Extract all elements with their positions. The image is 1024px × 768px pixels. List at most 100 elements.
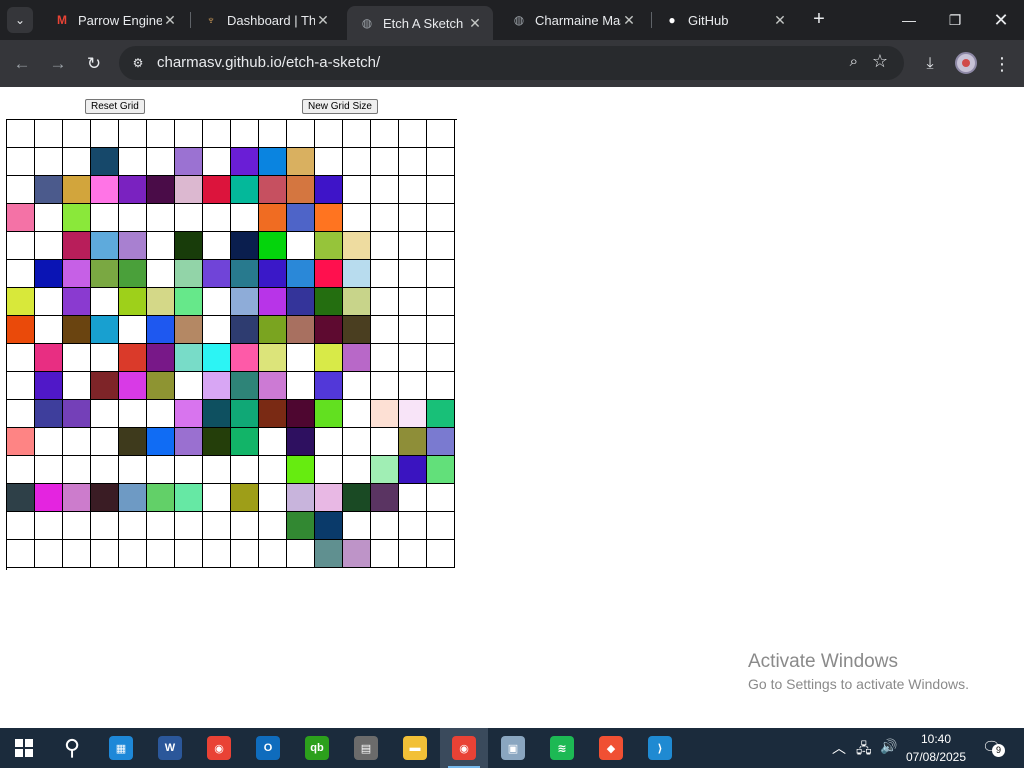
grid-cell[interactable] bbox=[287, 372, 315, 400]
grid-cell[interactable] bbox=[119, 456, 147, 484]
grid-cell[interactable] bbox=[7, 456, 35, 484]
sketch-grid[interactable] bbox=[6, 119, 457, 570]
grid-cell[interactable] bbox=[119, 400, 147, 428]
grid-cell[interactable] bbox=[175, 288, 203, 316]
grid-cell[interactable] bbox=[231, 148, 259, 176]
grid-cell[interactable] bbox=[203, 288, 231, 316]
grid-cell[interactable] bbox=[63, 148, 91, 176]
grid-cell[interactable] bbox=[231, 428, 259, 456]
taskbar-git-button[interactable]: ◆ bbox=[587, 728, 635, 768]
grid-cell[interactable] bbox=[287, 316, 315, 344]
grid-cell[interactable] bbox=[175, 204, 203, 232]
menu-button[interactable]: ⋮ bbox=[990, 52, 1014, 76]
grid-cell[interactable] bbox=[91, 372, 119, 400]
grid-cell[interactable] bbox=[259, 512, 287, 540]
grid-cell[interactable] bbox=[427, 456, 455, 484]
grid-cell[interactable] bbox=[371, 484, 399, 512]
grid-cell[interactable] bbox=[35, 120, 63, 148]
grid-cell[interactable] bbox=[35, 288, 63, 316]
grid-cell[interactable] bbox=[371, 540, 399, 568]
grid-cell[interactable] bbox=[119, 120, 147, 148]
grid-cell[interactable] bbox=[63, 204, 91, 232]
grid-cell[interactable] bbox=[287, 260, 315, 288]
grid-cell[interactable] bbox=[371, 512, 399, 540]
grid-cell[interactable] bbox=[119, 316, 147, 344]
grid-cell[interactable] bbox=[315, 316, 343, 344]
grid-cell[interactable] bbox=[343, 148, 371, 176]
grid-cell[interactable] bbox=[91, 148, 119, 176]
grid-cell[interactable] bbox=[63, 316, 91, 344]
grid-cell[interactable] bbox=[259, 484, 287, 512]
grid-cell[interactable] bbox=[175, 232, 203, 260]
grid-cell[interactable] bbox=[315, 288, 343, 316]
grid-cell[interactable] bbox=[147, 260, 175, 288]
volume-icon[interactable]: 🔊 bbox=[880, 738, 897, 755]
grid-cell[interactable] bbox=[147, 456, 175, 484]
grid-cell[interactable] bbox=[203, 148, 231, 176]
site-info-icon[interactable]: ⚙ bbox=[129, 54, 147, 72]
grid-cell[interactable] bbox=[343, 288, 371, 316]
grid-cell[interactable] bbox=[427, 428, 455, 456]
grid-cell[interactable] bbox=[63, 120, 91, 148]
grid-cell[interactable] bbox=[427, 400, 455, 428]
grid-cell[interactable] bbox=[343, 344, 371, 372]
grid-cell[interactable] bbox=[231, 260, 259, 288]
grid-cell[interactable] bbox=[203, 456, 231, 484]
grid-cell[interactable] bbox=[63, 400, 91, 428]
grid-cell[interactable] bbox=[63, 232, 91, 260]
grid-cell[interactable] bbox=[35, 512, 63, 540]
grid-cell[interactable] bbox=[259, 204, 287, 232]
grid-cell[interactable] bbox=[427, 540, 455, 568]
grid-cell[interactable] bbox=[371, 400, 399, 428]
taskbar-outlook-button[interactable]: O bbox=[244, 728, 292, 768]
grid-cell[interactable] bbox=[259, 148, 287, 176]
grid-cell[interactable] bbox=[231, 232, 259, 260]
grid-cell[interactable] bbox=[427, 316, 455, 344]
grid-cell[interactable] bbox=[287, 484, 315, 512]
profile-avatar[interactable] bbox=[955, 52, 977, 74]
tab-dashboard-the[interactable]: ♆ Dashboard | The ✕ bbox=[191, 0, 341, 40]
taskbar-photos-button[interactable]: ▣ bbox=[489, 728, 537, 768]
grid-cell[interactable] bbox=[259, 540, 287, 568]
grid-cell[interactable] bbox=[175, 428, 203, 456]
close-tab-icon[interactable]: ✕ bbox=[772, 12, 788, 29]
grid-cell[interactable] bbox=[147, 484, 175, 512]
grid-cell[interactable] bbox=[343, 372, 371, 400]
grid-cell[interactable] bbox=[203, 232, 231, 260]
grid-cell[interactable] bbox=[371, 176, 399, 204]
grid-cell[interactable] bbox=[427, 344, 455, 372]
close-tab-icon[interactable]: ✕ bbox=[162, 12, 178, 29]
close-tab-icon[interactable]: ✕ bbox=[621, 12, 637, 29]
grid-cell[interactable] bbox=[203, 512, 231, 540]
taskbar-vscode-button[interactable]: ⟩ bbox=[636, 728, 684, 768]
tab-parrow-engineer[interactable]: M Parrow Engineer✕ bbox=[42, 0, 188, 40]
grid-cell[interactable] bbox=[119, 484, 147, 512]
grid-cell[interactable] bbox=[427, 484, 455, 512]
grid-cell[interactable] bbox=[35, 148, 63, 176]
grid-cell[interactable] bbox=[7, 176, 35, 204]
grid-cell[interactable] bbox=[343, 540, 371, 568]
grid-cell[interactable] bbox=[287, 344, 315, 372]
grid-cell[interactable] bbox=[343, 120, 371, 148]
grid-cell[interactable] bbox=[231, 288, 259, 316]
bookmark-star-icon[interactable]: ☆ bbox=[872, 51, 888, 72]
grid-cell[interactable] bbox=[399, 400, 427, 428]
grid-cell[interactable] bbox=[399, 120, 427, 148]
grid-cell[interactable] bbox=[91, 260, 119, 288]
grid-cell[interactable] bbox=[259, 400, 287, 428]
grid-cell[interactable] bbox=[231, 120, 259, 148]
grid-cell[interactable] bbox=[231, 540, 259, 568]
grid-cell[interactable] bbox=[35, 400, 63, 428]
clock[interactable]: 10:40 07/08/2025 bbox=[900, 730, 972, 766]
grid-cell[interactable] bbox=[119, 288, 147, 316]
grid-cell[interactable] bbox=[35, 316, 63, 344]
grid-cell[interactable] bbox=[63, 176, 91, 204]
taskbar-chrome-button[interactable]: ◉ bbox=[195, 728, 243, 768]
grid-cell[interactable] bbox=[7, 540, 35, 568]
grid-cell[interactable] bbox=[287, 148, 315, 176]
grid-cell[interactable] bbox=[343, 456, 371, 484]
grid-cell[interactable] bbox=[203, 204, 231, 232]
grid-cell[interactable] bbox=[91, 316, 119, 344]
grid-cell[interactable] bbox=[315, 512, 343, 540]
grid-cell[interactable] bbox=[119, 372, 147, 400]
